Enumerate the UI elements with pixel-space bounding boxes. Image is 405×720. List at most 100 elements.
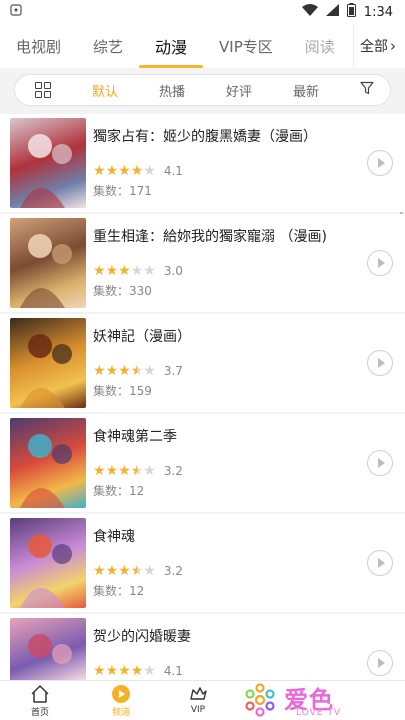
- play-button[interactable]: [367, 450, 393, 476]
- list-item[interactable]: 食神魂 ★ ★ ★ ★ ★ 3.2 集数：12: [0, 514, 405, 612]
- play-icon: [377, 358, 385, 368]
- tab-3[interactable]: VIP专区: [203, 24, 289, 68]
- item-title[interactable]: 贺少的闪婚暖妻: [93, 626, 191, 646]
- play-button[interactable]: [367, 350, 393, 376]
- nav-vip[interactable]: VIP: [178, 683, 218, 715]
- episode-count: 集数：159: [93, 384, 152, 398]
- list-item[interactable]: 獨家占有：姬少的腹黑嬌妻（漫画） ★ ★ ★ ★ ★ 4.1 集数：171: [0, 114, 405, 212]
- star-icon: ★: [130, 363, 144, 379]
- play-button[interactable]: [367, 150, 393, 176]
- cover-image[interactable]: [10, 318, 86, 408]
- rating-stars: ★ ★ ★ ★ ★ 3.7: [93, 364, 183, 378]
- brand-logo: 爱色 LOVE TV: [240, 682, 365, 718]
- episode-count: 集数：171: [93, 184, 152, 198]
- rating-stars: ★ ★ ★ ★ ★ 4.1: [93, 664, 183, 678]
- star-icon: ★: [93, 263, 106, 279]
- rating-stars: ★ ★ ★ ★ ★ 3.0: [93, 264, 183, 278]
- filter-option-rating[interactable]: 好评: [226, 81, 252, 100]
- star-icon: ★: [93, 463, 106, 479]
- star-icon: ★: [118, 663, 131, 679]
- play-button[interactable]: [367, 550, 393, 576]
- tab-all-label: 全部: [360, 39, 388, 55]
- star-icon: ★: [143, 563, 156, 579]
- episode-count: 集数：12: [93, 484, 145, 498]
- star-icon: ★: [105, 463, 119, 479]
- category-tabs: 电视剧 综艺 动漫 VIP专区 阅读 全部 ›: [0, 24, 405, 68]
- item-title[interactable]: 食神魂第二季: [93, 426, 177, 446]
- cover-image[interactable]: [10, 518, 86, 608]
- cover-image[interactable]: [10, 218, 86, 308]
- cover-image[interactable]: [10, 418, 86, 508]
- anime-list: 獨家占有：姬少的腹黑嬌妻（漫画） ★ ★ ★ ★ ★ 4.1 集数：171 重生相逢：給妳我的獨…: [0, 112, 405, 680]
- star-icon: ★: [93, 563, 106, 579]
- star-icon: ★: [118, 363, 131, 379]
- status-time: 1:34: [363, 4, 393, 20]
- nav-channel[interactable]: 频道: [101, 683, 141, 718]
- tab-1[interactable]: 综艺: [77, 24, 139, 68]
- home-icon: [20, 683, 60, 705]
- filter-option-default[interactable]: 默认: [92, 81, 118, 100]
- grid-view-icon[interactable]: [35, 82, 51, 98]
- star-icon: ★: [93, 163, 106, 179]
- wifi-icon: [301, 4, 318, 20]
- rating-value: 4.1: [163, 664, 183, 678]
- nav-home-label: 首页: [30, 708, 49, 718]
- filter-bar-container: 默认 热播 好评 最新: [0, 68, 405, 112]
- star-icon: ★: [105, 663, 119, 679]
- nav-home[interactable]: 首页: [20, 683, 60, 718]
- star-icon: ★: [143, 663, 156, 679]
- rating-value: 3.2: [163, 564, 183, 578]
- star-icon: ★: [105, 263, 119, 279]
- list-item[interactable]: 食神魂第二季 ★ ★ ★ ★ ★ 3.2 集数：12: [0, 414, 405, 512]
- star-icon: ★: [105, 163, 119, 179]
- star-icon: ★: [130, 263, 144, 279]
- item-title[interactable]: 獨家占有：姬少的腹黑嬌妻（漫画）: [93, 126, 317, 146]
- star-icon: ★: [143, 163, 156, 179]
- play-icon: [377, 158, 385, 168]
- tab-0[interactable]: 电视剧: [0, 24, 77, 68]
- star-icon: ★: [118, 463, 131, 479]
- list-item[interactable]: 妖神記（漫画） ★ ★ ★ ★ ★ 3.7 集数：159: [0, 314, 405, 412]
- rating-value: 4.1: [163, 164, 183, 178]
- cover-image[interactable]: [10, 118, 86, 208]
- episode-count: 集数：12: [93, 584, 145, 598]
- brand-subtext: LOVE TV: [296, 708, 341, 718]
- tab-all-button[interactable]: 全部 ›: [353, 24, 405, 68]
- rating-value: 3.7: [163, 364, 183, 378]
- play-icon: [377, 258, 385, 268]
- chevron-right-icon: ›: [390, 37, 396, 55]
- item-title[interactable]: 妖神記（漫画）: [93, 326, 191, 346]
- tab-4[interactable]: 阅读: [289, 24, 351, 68]
- item-title[interactable]: 重生相逢：給妳我的獨家寵溺 （漫画): [93, 226, 327, 246]
- tab-2[interactable]: 动漫: [139, 24, 204, 68]
- filter-option-hot[interactable]: 热播: [159, 81, 185, 100]
- star-icon: ★: [143, 263, 156, 279]
- battery-icon: [346, 3, 356, 21]
- status-bar: 1:34: [0, 0, 405, 24]
- play-button[interactable]: [367, 650, 393, 676]
- star-icon: ★: [130, 463, 144, 479]
- list-item[interactable]: 重生相逢：給妳我的獨家寵溺 （漫画) ★ ★ ★ ★ ★ 3.0 集数：330: [0, 214, 405, 312]
- star-icon: ★: [143, 363, 156, 379]
- rating-value: 3.2: [163, 464, 183, 478]
- rating-value: 3.0: [163, 264, 183, 278]
- play-icon: [377, 558, 385, 568]
- play-icon: [377, 658, 385, 668]
- star-icon: ★: [105, 563, 119, 579]
- rating-stars: ★ ★ ★ ★ ★ 3.2: [93, 464, 183, 478]
- nav-vip-label: VIP: [190, 705, 206, 715]
- star-icon: ★: [130, 563, 144, 579]
- brand-snowflake-icon: [245, 683, 275, 717]
- star-icon: ★: [93, 663, 106, 679]
- signal-icon: [325, 4, 339, 20]
- list-item[interactable]: 贺少的闪婚暖妻 ★ ★ ★ ★ ★ 4.1: [0, 614, 405, 680]
- nav-channel-label: 频道: [111, 708, 130, 718]
- filter-option-latest[interactable]: 最新: [293, 81, 319, 100]
- star-icon: ★: [118, 563, 131, 579]
- item-title[interactable]: 食神魂: [93, 526, 135, 546]
- star-icon: ★: [118, 263, 131, 279]
- filter-funnel-icon[interactable]: [360, 81, 374, 99]
- play-button[interactable]: [367, 250, 393, 276]
- star-icon: ★: [105, 363, 119, 379]
- cover-image[interactable]: [10, 618, 86, 680]
